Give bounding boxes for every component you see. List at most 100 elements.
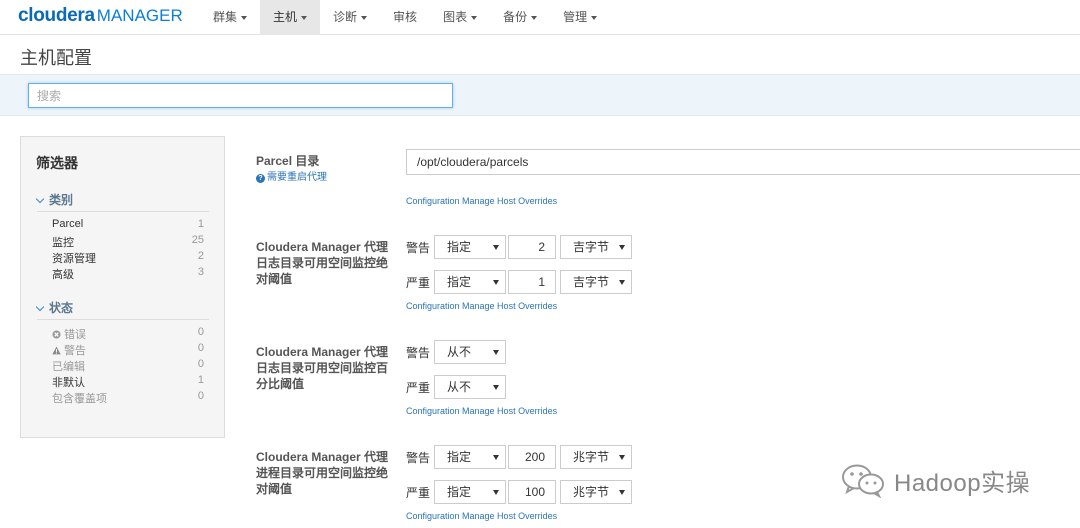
- filter-item-count: 3: [197, 266, 204, 278]
- page-title: 主机配置: [20, 48, 92, 68]
- filter-item-label: Parcel: [52, 218, 84, 230]
- filter-item-label: 非默认: [52, 377, 85, 389]
- proc-abs-overrides-link[interactable]: Configuration Manage Host Overrides: [406, 511, 557, 521]
- menu-charts-label: 图表: [443, 10, 468, 24]
- log-abs-warning-label: 警告: [406, 241, 431, 255]
- caret-down-icon: [591, 15, 598, 20]
- proc-abs-critical-value-input[interactable]: 100: [508, 480, 556, 504]
- caret-down-icon: [301, 15, 308, 20]
- menu-clusters[interactable]: 群集: [200, 0, 260, 35]
- caret-down-icon: [471, 15, 478, 20]
- menu-audits-label: 审核: [393, 10, 418, 24]
- main-menu: 群集 主机 诊断 审核 图表 备份 管理: [200, 0, 610, 35]
- logo-brand: cloudera: [18, 5, 95, 26]
- filter-item-count: 1: [197, 218, 204, 230]
- parcel-dir-input[interactable]: /opt/cloudera/parcels: [406, 149, 1080, 175]
- filter-status-warning[interactable]: 警告 0: [52, 342, 204, 358]
- log-pct-warning-label: 警告: [406, 346, 431, 360]
- filter-item-count: 1: [197, 374, 204, 386]
- filter-item-count: 0: [197, 342, 204, 354]
- watermark-text: Hadoop实操: [894, 469, 1031, 497]
- log-abs-critical-unit-select[interactable]: 吉字节: [560, 270, 632, 294]
- config-parcel-dir: Parcel 目录 ? 需要重启代理: [256, 153, 327, 186]
- restart-required-note[interactable]: ? 需要重启代理: [256, 170, 327, 186]
- filter-item-label: 警告: [64, 345, 86, 357]
- proc-abs-critical-label: 严重: [406, 486, 431, 500]
- proc-abs-warning-mode-select[interactable]: 指定: [434, 445, 506, 469]
- filter-item-count: 25: [191, 234, 204, 246]
- caret-down-icon: [241, 15, 248, 20]
- filter-item-label: 包含覆盖项: [52, 393, 107, 405]
- menu-administration-label: 管理: [563, 10, 588, 24]
- filter-category-resource-management[interactable]: 资源管理 2: [52, 250, 204, 266]
- category-section-label: 类别: [49, 193, 74, 207]
- log-abs-critical-value-input[interactable]: 1: [508, 270, 556, 294]
- watermark: Hadoop实操: [840, 460, 1030, 500]
- proc-abs-warning-label: 警告: [406, 451, 431, 465]
- menu-clusters-label: 群集: [213, 10, 238, 24]
- filter-item-label: 错误: [64, 329, 86, 341]
- error-icon: [52, 330, 61, 339]
- proc-abs-critical-unit-select[interactable]: 兆字节: [560, 480, 632, 504]
- filter-category-parcel[interactable]: Parcel 1: [52, 218, 204, 234]
- filter-item-count: 2: [197, 250, 204, 262]
- question-circle-icon: ?: [256, 174, 265, 183]
- filter-item-label: 资源管理: [52, 253, 96, 265]
- log-pct-critical-mode-select[interactable]: 从不: [434, 375, 506, 399]
- chevron-down-icon: [35, 302, 45, 312]
- filter-category-advanced[interactable]: 高级 3: [52, 266, 204, 282]
- config-parcel-dir-label: Parcel 目录: [256, 154, 320, 168]
- proc-abs-warning-value-input[interactable]: 200: [508, 445, 556, 469]
- cloudera-manager-logo[interactable]: cloudera MANAGER: [18, 5, 183, 27]
- filter-status-error[interactable]: 错误 0: [52, 326, 204, 342]
- chevron-down-icon: [35, 194, 45, 204]
- log-abs-warning-value-input[interactable]: 2: [508, 235, 556, 259]
- menu-diagnostics[interactable]: 诊断: [320, 0, 380, 35]
- log-abs-warning-unit-select[interactable]: 吉字节: [560, 235, 632, 259]
- filter-category-monitoring[interactable]: 监控 25: [52, 234, 204, 250]
- caret-down-icon: [531, 15, 538, 20]
- filter-item-label: 高级: [52, 269, 74, 281]
- menu-backup[interactable]: 备份: [490, 0, 550, 35]
- filter-item-count: 0: [197, 390, 204, 402]
- menu-backup-label: 备份: [503, 10, 528, 24]
- filter-status-non-default[interactable]: 非默认 1: [52, 374, 204, 390]
- search-input[interactable]: [28, 83, 453, 108]
- search-bar: [0, 74, 1080, 116]
- filter-title: 筛选器: [36, 155, 78, 171]
- filter-item-count: 0: [197, 326, 204, 338]
- filter-item-label: 监控: [52, 237, 74, 249]
- filter-status-has-overrides[interactable]: 包含覆盖项 0: [52, 390, 204, 406]
- wechat-icon: [842, 464, 884, 498]
- filter-item-label: 已编辑: [52, 361, 85, 373]
- restart-note-text: 需要重启代理: [267, 172, 327, 183]
- logo-product: MANAGER: [96, 6, 183, 25]
- config-log-abs-label: Cloudera Manager 代理日志目录可用空间监控绝对阈值: [256, 240, 389, 286]
- menu-hosts-label: 主机: [273, 10, 298, 24]
- log-pct-warning-mode-select[interactable]: 从不: [434, 340, 506, 364]
- proc-abs-critical-mode-select[interactable]: 指定: [434, 480, 506, 504]
- filter-panel: 筛选器 类别 Parcel 1 监控 25 资源管理 2 高级 3 状态 错误 0 警告 0…: [20, 136, 225, 438]
- menu-hosts[interactable]: 主机: [260, 0, 321, 35]
- log-pct-critical-label: 严重: [406, 381, 431, 395]
- caret-down-icon: [361, 15, 368, 20]
- menu-administration[interactable]: 管理: [550, 0, 610, 35]
- warning-icon: [52, 346, 61, 355]
- status-section-label: 状态: [49, 301, 74, 315]
- category-section-toggle[interactable]: 类别: [35, 191, 209, 212]
- top-navbar: cloudera MANAGER 群集 主机 诊断 审核 图表 备份 管理: [0, 0, 1080, 35]
- filter-status-edited[interactable]: 已编辑 0: [52, 358, 204, 374]
- log-abs-critical-mode-select[interactable]: 指定: [434, 270, 506, 294]
- log-abs-overrides-link[interactable]: Configuration Manage Host Overrides: [406, 301, 557, 311]
- status-section-toggle[interactable]: 状态: [35, 299, 209, 320]
- proc-abs-warning-unit-select[interactable]: 兆字节: [560, 445, 632, 469]
- log-pct-overrides-link[interactable]: Configuration Manage Host Overrides: [406, 406, 557, 416]
- menu-charts[interactable]: 图表: [430, 0, 490, 35]
- filter-item-count: 0: [197, 358, 204, 370]
- config-log-pct-label: Cloudera Manager 代理日志目录可用空间监控百分比阈值: [256, 345, 389, 391]
- menu-audits[interactable]: 审核: [380, 0, 430, 35]
- parcel-overrides-link[interactable]: Configuration Manage Host Overrides: [406, 196, 557, 206]
- log-abs-warning-mode-select[interactable]: 指定: [434, 235, 506, 259]
- config-proc-abs-label: Cloudera Manager 代理进程目录可用空间监控绝对阈值: [256, 450, 389, 496]
- menu-diagnostics-label: 诊断: [333, 10, 358, 24]
